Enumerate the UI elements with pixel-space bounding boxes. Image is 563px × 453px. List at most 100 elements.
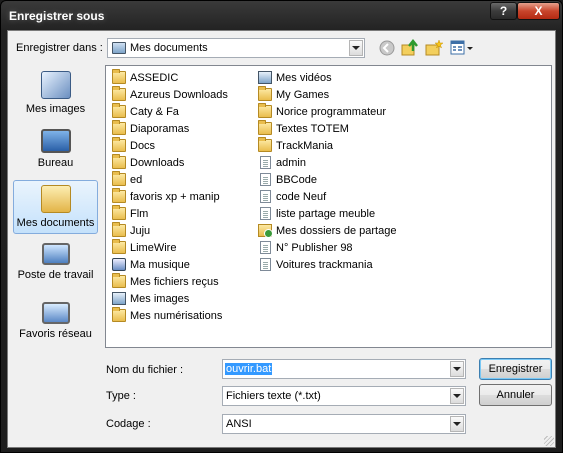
file-item[interactable]: Azureus Downloads [112, 86, 228, 103]
text-file-icon [260, 258, 271, 271]
file-name: liste partage meuble [276, 207, 376, 220]
encoding-dropdown[interactable]: ANSI [222, 414, 466, 434]
place-favoris-reseau[interactable]: Favoris réseau [13, 298, 98, 352]
file-item[interactable]: admin [258, 154, 306, 171]
type-dropdown[interactable]: Fichiers texte (*.txt) [222, 386, 466, 406]
text-file-icon [260, 156, 271, 169]
save-as-dialog: Enregistrer sous ? X Enregistrer dans : … [0, 0, 563, 453]
file-item[interactable]: Mes numérisations [112, 307, 222, 324]
file-item[interactable]: Voitures trackmania [258, 256, 373, 273]
up-folder-button[interactable] [401, 39, 419, 57]
cancel-button[interactable]: Annuler [479, 384, 552, 406]
dialog-client-area: Enregistrer dans : Mes documents Mes ima… [7, 30, 556, 448]
encoding-label: Codage : [106, 418, 151, 430]
folder-icon [112, 205, 126, 220]
chevron-down-icon[interactable] [450, 416, 464, 432]
file-item[interactable]: ASSEDIC [112, 69, 178, 86]
file-item[interactable]: Textes TOTEM [258, 120, 349, 137]
file-name: BBCode [276, 173, 317, 186]
folder-icon [112, 103, 126, 118]
chevron-down-icon[interactable] [450, 361, 464, 377]
place-mes-images[interactable]: Mes images [13, 67, 98, 121]
places-bar: Mes images Bureau Mes documents Poste de… [11, 65, 102, 442]
file-item[interactable]: liste partage meuble [258, 205, 375, 222]
file-item[interactable]: TrackMania [258, 137, 333, 154]
folder-icon [112, 307, 126, 322]
file-item[interactable]: LimeWire [112, 239, 176, 256]
lookin-value: Mes documents [130, 42, 208, 54]
lookin-dropdown[interactable]: Mes documents [107, 38, 365, 58]
file-item[interactable]: N° Publisher 98 [258, 239, 353, 256]
file-item[interactable]: BBCode [258, 171, 317, 188]
file-item[interactable]: Mes vidéos [258, 69, 332, 86]
place-label: Favoris réseau [19, 328, 92, 340]
special-folder-icon [112, 292, 126, 305]
close-button[interactable]: X [517, 2, 560, 20]
file-name: TrackMania [276, 139, 334, 152]
place-mes-documents[interactable]: Mes documents [13, 180, 98, 234]
shared-folder-icon [258, 224, 273, 238]
folder-icon [112, 120, 126, 135]
folder-icon [112, 188, 126, 203]
file-name: Textes TOTEM [276, 122, 349, 135]
file-name: LimeWire [130, 241, 177, 254]
title-bar[interactable]: Enregistrer sous ? X [1, 1, 562, 31]
type-value: Fichiers texte (*.txt) [226, 390, 321, 402]
text-file-icon [260, 241, 271, 254]
text-file-icon [260, 190, 271, 203]
help-button[interactable]: ? [490, 2, 517, 20]
file-item[interactable]: Flm [112, 205, 148, 222]
file-item[interactable]: Docs [112, 137, 155, 154]
file-item[interactable]: My Games [258, 86, 329, 103]
file-item[interactable]: Mes images [112, 290, 189, 307]
file-name: admin [276, 156, 306, 169]
folder-icon [112, 273, 126, 288]
documents-icon [40, 185, 71, 213]
network-icon [41, 302, 70, 324]
file-item[interactable]: Downloads [112, 154, 184, 171]
up-folder-icon [401, 39, 418, 56]
place-label: Bureau [37, 157, 74, 169]
file-item[interactable]: Juju [112, 222, 150, 239]
back-button[interactable] [378, 39, 396, 57]
file-item[interactable]: ed [112, 171, 142, 188]
file-name: Flm [130, 207, 149, 220]
file-item[interactable]: Ma musique [112, 256, 190, 273]
file-name: Mes images [130, 292, 190, 305]
folder-icon [112, 222, 126, 237]
type-label: Type : [106, 390, 136, 402]
place-label: Poste de travail [17, 269, 94, 281]
file-name: Docs [130, 139, 156, 152]
place-label: Mes images [25, 103, 86, 115]
folder-icon [112, 239, 126, 254]
file-name: Diaporamas [130, 122, 190, 135]
chevron-down-icon[interactable] [450, 388, 464, 404]
file-name: Caty & Fa [130, 105, 179, 118]
text-file-icon [260, 173, 271, 186]
new-folder-button[interactable] [425, 39, 443, 57]
place-label: Mes documents [16, 217, 95, 229]
file-item[interactable]: Mes dossiers de partage [258, 222, 396, 239]
folder-icon [112, 154, 126, 169]
save-button[interactable]: Enregistrer [479, 358, 552, 380]
view-menu-button[interactable] [450, 39, 474, 57]
resize-grip[interactable] [544, 436, 554, 446]
file-item[interactable]: Norice programmateur [258, 103, 386, 120]
file-name: Mes fichiers reçus [130, 275, 219, 288]
lookin-label: Enregistrer dans : [16, 42, 103, 54]
file-item[interactable]: Caty & Fa [112, 103, 179, 120]
file-item[interactable]: Mes fichiers reçus [112, 273, 219, 290]
place-poste-de-travail[interactable]: Poste de travail [13, 239, 98, 293]
file-name: My Games [276, 88, 330, 101]
filename-input[interactable]: ouvrir.bat [222, 359, 466, 379]
file-name: ed [130, 173, 143, 186]
file-name: Mes vidéos [276, 71, 332, 84]
file-name: favoris xp + manip [130, 190, 220, 203]
file-item[interactable]: favoris xp + manip [112, 188, 220, 205]
place-bureau[interactable]: Bureau [13, 125, 98, 179]
file-item[interactable]: Diaporamas [112, 120, 189, 137]
new-folder-icon [425, 39, 443, 56]
file-item[interactable]: code Neuf [258, 188, 326, 205]
file-list[interactable]: ASSEDIC Azureus Downloads Caty & Fa Diapora… [105, 65, 552, 348]
chevron-down-icon[interactable] [349, 40, 363, 56]
